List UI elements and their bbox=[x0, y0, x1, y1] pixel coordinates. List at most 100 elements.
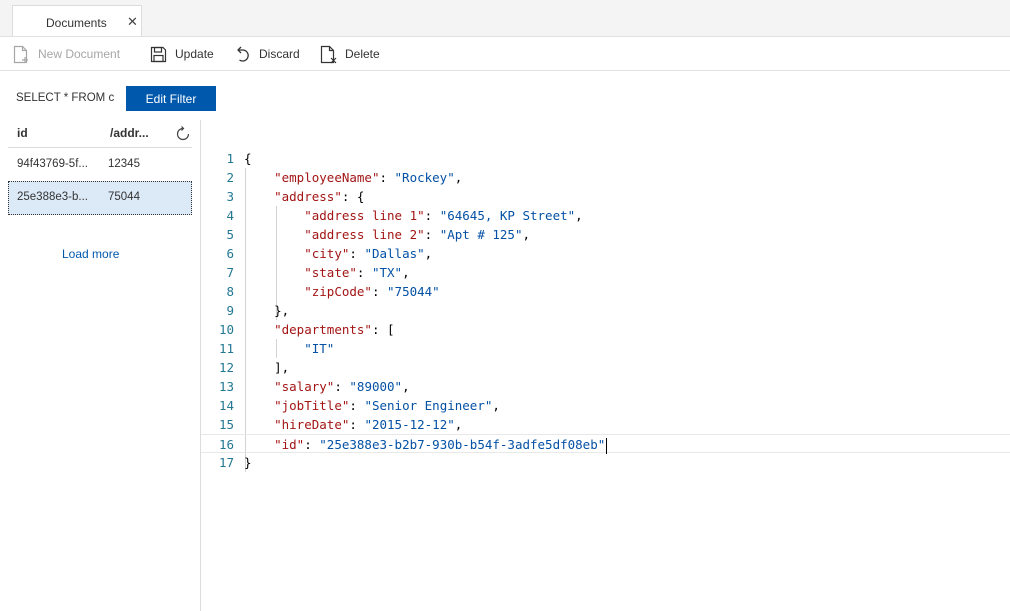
code-text: "state": "TX", bbox=[304, 265, 410, 280]
line-number: 2 bbox=[226, 170, 234, 185]
code-line[interactable]: 1{ bbox=[201, 149, 1010, 168]
json-key: "address line 1" bbox=[304, 208, 425, 223]
table-row[interactable]: 94f43769-5f... 12345 bbox=[8, 148, 192, 182]
code-line[interactable]: 15 "hireDate": "2015-12-12", bbox=[201, 415, 1010, 434]
line-number: 17 bbox=[218, 455, 234, 470]
line-number: 16 bbox=[218, 437, 234, 452]
code-text: "departments": [ bbox=[274, 322, 395, 337]
json-value: "89000" bbox=[349, 379, 403, 394]
json-key: "zipCode" bbox=[304, 284, 372, 299]
line-number: 14 bbox=[218, 398, 234, 413]
code-line[interactable]: 4 "address line 1": "64645, KP Street", bbox=[201, 206, 1010, 225]
code-text: "hireDate": "2015-12-12", bbox=[274, 417, 463, 432]
row-id: 94f43769-5f... bbox=[17, 158, 88, 170]
json-key: "hireDate" bbox=[274, 417, 350, 432]
new-document-icon bbox=[13, 45, 28, 63]
close-icon[interactable]: ✕ bbox=[127, 15, 138, 28]
code-text: "id": "25e388e3-b2b7-930b-b54f-3adfe5df0… bbox=[274, 437, 608, 454]
tab-documents[interactable]: Documents ✕ bbox=[12, 5, 142, 36]
code-text: "jobTitle": "Senior Engineer", bbox=[274, 398, 500, 413]
code-line[interactable]: 2 "employeeName": "Rockey", bbox=[201, 168, 1010, 187]
json-key: "jobTitle" bbox=[274, 398, 350, 413]
delete-label: Delete bbox=[345, 47, 380, 61]
line-number: 1 bbox=[226, 151, 234, 166]
row-address: 12345 bbox=[108, 158, 140, 170]
code-text: "address": { bbox=[274, 189, 365, 204]
line-number: 10 bbox=[218, 322, 234, 337]
load-more-link[interactable]: Load more bbox=[62, 247, 119, 261]
line-number: 5 bbox=[226, 227, 234, 242]
code-text: "city": "Dallas", bbox=[304, 246, 433, 261]
json-key: "state" bbox=[304, 265, 357, 280]
json-value: "64645, KP Street" bbox=[439, 208, 576, 223]
line-number: 8 bbox=[226, 284, 234, 299]
json-value: "2015-12-12" bbox=[364, 417, 455, 432]
code-line[interactable]: 5 "address line 2": "Apt # 125", bbox=[201, 225, 1010, 244]
delete-button[interactable]: Delete bbox=[320, 43, 380, 65]
code-line[interactable]: 12 ], bbox=[201, 358, 1010, 377]
code-line[interactable]: 17} bbox=[201, 453, 1010, 472]
discard-label: Discard bbox=[259, 47, 300, 61]
edit-filter-button[interactable]: Edit Filter bbox=[126, 86, 216, 111]
text-cursor bbox=[606, 437, 608, 454]
line-number: 3 bbox=[226, 189, 234, 204]
toolbar: New Document Update Discard Delete bbox=[0, 37, 1010, 71]
column-header-address[interactable]: /addr... bbox=[110, 126, 149, 140]
code-line[interactable]: 10 "departments": [ bbox=[201, 320, 1010, 339]
new-document-button[interactable]: New Document bbox=[13, 43, 120, 65]
code-line[interactable]: 13 "salary": "89000", bbox=[201, 377, 1010, 396]
code-text: "salary": "89000", bbox=[274, 379, 410, 394]
json-value: "75044" bbox=[387, 284, 440, 299]
undo-icon bbox=[237, 46, 249, 62]
json-key: "departments" bbox=[274, 322, 372, 337]
delete-document-icon bbox=[320, 45, 337, 63]
line-number: 15 bbox=[218, 417, 234, 432]
row-address: 75044 bbox=[108, 191, 140, 203]
line-number: 7 bbox=[226, 265, 234, 280]
code-text: "address line 2": "Apt # 125", bbox=[304, 227, 531, 242]
json-key: "employeeName" bbox=[274, 170, 380, 185]
code-line[interactable]: 14 "jobTitle": "Senior Engineer", bbox=[201, 396, 1010, 415]
new-document-label: New Document bbox=[38, 47, 121, 61]
code-line[interactable]: 6 "city": "Dallas", bbox=[201, 244, 1010, 263]
document-list: id /addr... 94f43769-5f... 12345 25e388e… bbox=[0, 120, 201, 611]
code-text: }, bbox=[244, 303, 290, 318]
code-text: } bbox=[244, 455, 252, 470]
column-header-id[interactable]: id bbox=[17, 126, 28, 140]
code-text: "address line 1": "64645, KP Street", bbox=[304, 208, 583, 223]
line-number: 12 bbox=[218, 360, 234, 375]
json-value: "IT" bbox=[304, 341, 335, 356]
code-text: ], bbox=[244, 360, 290, 375]
line-number: 9 bbox=[226, 303, 234, 318]
line-number: 6 bbox=[226, 246, 234, 261]
json-value: "25e388e3-b2b7-930b-b54f-3adfe5df08eb" bbox=[319, 437, 606, 452]
line-number: 4 bbox=[226, 208, 234, 223]
code-line[interactable]: 9 }, bbox=[201, 301, 1010, 320]
json-key: "address line 2" bbox=[304, 227, 425, 242]
refresh-icon[interactable] bbox=[175, 126, 191, 147]
json-value: "Apt # 125" bbox=[439, 227, 523, 242]
line-number: 11 bbox=[218, 341, 234, 356]
code-line[interactable]: 7 "state": "TX", bbox=[201, 263, 1010, 282]
line-number: 13 bbox=[218, 379, 234, 394]
code-line[interactable]: 11 "IT" bbox=[201, 339, 1010, 358]
code-line[interactable]: 16 "id": "25e388e3-b2b7-930b-b54f-3adfe5… bbox=[201, 434, 1010, 454]
json-key: "id" bbox=[274, 437, 305, 452]
discard-button[interactable]: Discard bbox=[235, 43, 300, 65]
save-icon bbox=[150, 46, 167, 62]
filter-query: SELECT * FROM c bbox=[16, 92, 115, 104]
table-row-selected[interactable]: 25e388e3-b... 75044 bbox=[8, 181, 192, 215]
json-editor[interactable]: 1{2 "employeeName": "Rockey", 3 "address"… bbox=[201, 140, 1010, 611]
json-key: "salary" bbox=[274, 379, 335, 394]
json-key: "address" bbox=[274, 189, 342, 204]
code-line[interactable]: 8 "zipCode": "75044" bbox=[201, 282, 1010, 301]
json-value: "Rockey" bbox=[394, 170, 455, 185]
update-button[interactable]: Update bbox=[150, 43, 214, 65]
code-text: "IT" bbox=[244, 339, 334, 358]
code-line[interactable]: 3 "address": { bbox=[201, 187, 1010, 206]
json-value: "Senior Engineer" bbox=[364, 398, 493, 413]
json-value: "Dallas" bbox=[364, 246, 425, 261]
code-text: "zipCode": "75044" bbox=[304, 284, 440, 299]
row-id: 25e388e3-b... bbox=[17, 191, 88, 203]
tab-bar: Documents ✕ bbox=[0, 0, 1010, 37]
